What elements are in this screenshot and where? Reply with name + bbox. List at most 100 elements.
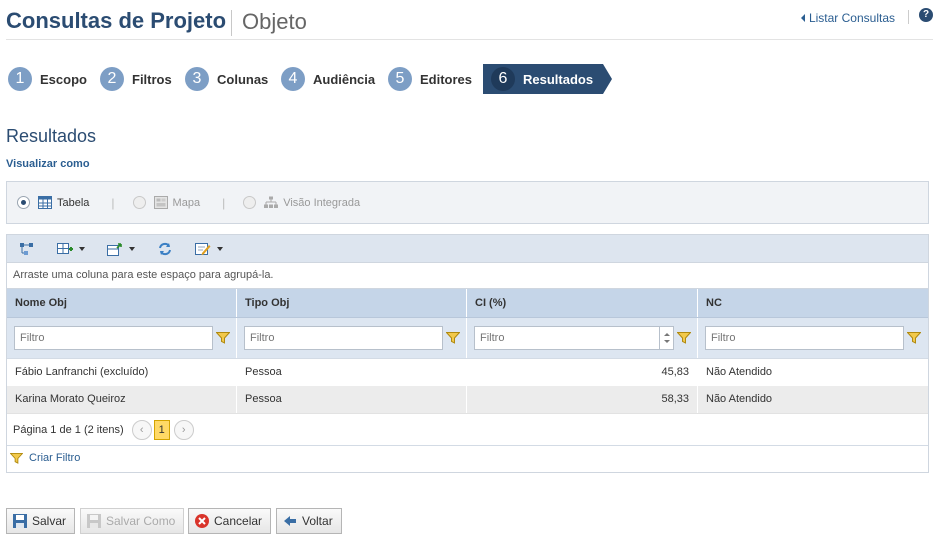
view-separator: | (222, 195, 226, 210)
expand-group-button[interactable] (57, 242, 85, 256)
view-option-integrated: Visão Integrada (243, 196, 360, 209)
table-icon (38, 196, 52, 209)
step-number: 3 (185, 67, 209, 91)
save-button[interactable]: Salvar (6, 508, 76, 534)
step-label: Escopo (40, 71, 87, 87)
back-button[interactable]: Voltar (276, 508, 342, 534)
filter-cell (237, 318, 467, 358)
export-icon (107, 242, 122, 256)
cell-name: Karina Morato Queiroz (7, 386, 237, 413)
back-arrow-icon (284, 516, 296, 526)
export-button[interactable] (107, 242, 135, 256)
step-audience[interactable]: 4 Audiência (281, 64, 375, 94)
spin-down-icon (664, 340, 670, 343)
list-queries-link[interactable]: Listar Consultas (800, 11, 895, 25)
step-label: Editores (420, 71, 473, 87)
table-option-label: Tabela (57, 196, 90, 209)
filter-cell (698, 318, 928, 358)
cancel-icon (195, 514, 209, 528)
ci-spinner[interactable] (660, 326, 674, 350)
edit-button[interactable] (195, 242, 223, 256)
create-filter-link[interactable]: Criar Filtro (7, 446, 928, 470)
page-header: Consultas de Projeto Objeto Listar Consu… (6, 8, 933, 40)
cell-ci: 58,33 (467, 386, 698, 413)
filter-icon[interactable] (216, 332, 230, 344)
integrated-radio (243, 196, 257, 209)
step-number: 1 (8, 67, 32, 91)
map-icon (153, 196, 168, 209)
filter-nc-input[interactable] (705, 326, 904, 350)
section-title: Resultados (6, 126, 97, 146)
view-option-table[interactable]: Tabela (17, 196, 89, 209)
cell-ci: 45,83 (467, 359, 698, 386)
column-header-type[interactable]: Tipo Obj (237, 289, 467, 317)
hierarchy-icon (264, 196, 279, 208)
help-icon[interactable]: ? (919, 8, 933, 22)
step-filters[interactable]: 2 Filtros (100, 64, 172, 94)
filter-icon[interactable] (446, 332, 460, 344)
save-as-label: Salvar Como (106, 514, 176, 528)
column-header-ci[interactable]: CI (%) (467, 289, 698, 317)
chevron-down-icon (79, 246, 85, 251)
create-filter-label: Criar Filtro (29, 452, 81, 464)
filter-icon[interactable] (677, 332, 691, 344)
page-1-button[interactable]: 1 (153, 419, 170, 440)
back-arrow-icon (800, 14, 805, 22)
step-number: 5 (388, 67, 412, 91)
filter-type-input[interactable] (244, 326, 443, 350)
add-group-icon (57, 242, 73, 254)
step-label: Colunas (217, 71, 269, 87)
cancel-label: Cancelar (214, 514, 263, 528)
filter-icon[interactable] (907, 332, 921, 344)
tree-icon (20, 242, 33, 255)
chevron-down-icon (217, 246, 223, 251)
filter-cell (7, 318, 237, 358)
map-option-label: Mapa (172, 196, 201, 209)
filter-ci-input[interactable] (474, 326, 660, 350)
column-header-nc[interactable]: NC (698, 289, 928, 317)
step-results[interactable]: 6 Resultados (483, 64, 613, 94)
results-grid: Arraste uma coluna para este espaço para… (6, 234, 929, 473)
filter-name-input[interactable] (14, 326, 213, 350)
save-as-icon (87, 514, 101, 528)
back-label: Voltar (302, 514, 333, 528)
save-label: Salvar (32, 514, 67, 528)
table-radio[interactable] (17, 196, 30, 209)
header-divider (908, 10, 909, 24)
cell-type: Pessoa (237, 386, 467, 413)
view-separator: | (111, 195, 115, 210)
title-divider (231, 10, 232, 36)
table-row[interactable]: Fábio Lanfranchi (excluído) Pessoa 45,83… (7, 359, 928, 386)
step-number: 6 (491, 67, 515, 91)
filter-icon (10, 452, 23, 464)
tree-view-button[interactable] (19, 242, 35, 256)
cell-nc: Não Atendido (706, 366, 773, 378)
view-selector: Tabela | Mapa | Visão Integrada (6, 181, 929, 224)
save-icon (13, 514, 27, 528)
refresh-icon (159, 242, 171, 255)
step-label: Filtros (132, 71, 172, 87)
save-as-button[interactable]: Salvar Como (80, 508, 185, 534)
refresh-button[interactable] (157, 242, 173, 256)
cancel-button[interactable]: Cancelar (188, 508, 272, 534)
step-editors[interactable]: 5 Editores (388, 64, 472, 94)
page-subtitle: Objeto (242, 9, 307, 34)
table-header: Nome Obj Tipo Obj CI (%) NC (7, 289, 928, 318)
chevron-down-icon (129, 246, 135, 251)
group-drop-area[interactable]: Arraste uma coluna para este espaço para… (7, 263, 928, 289)
step-label: Audiência (313, 71, 376, 87)
wizard-steps: 1 Escopo 2 Filtros 3 Colunas 4 Audiência… (8, 64, 613, 94)
column-header-name[interactable]: Nome Obj (7, 289, 237, 317)
next-page-button[interactable]: › (173, 419, 194, 440)
prev-page-button[interactable]: ‹ (131, 419, 152, 440)
pager-info: Página 1 de 1 (2 itens) (13, 423, 124, 436)
cell-type: Pessoa (237, 359, 467, 386)
step-number: 2 (100, 67, 124, 91)
edit-icon (195, 242, 211, 255)
integrated-option-label: Visão Integrada (283, 196, 361, 209)
step-columns[interactable]: 3 Colunas (185, 64, 268, 94)
step-number: 4 (281, 67, 305, 91)
table-row[interactable]: Karina Morato Queiroz Pessoa 58,33 Não A… (7, 386, 928, 413)
view-as-label: Visualizar como (6, 158, 90, 170)
step-scope[interactable]: 1 Escopo (8, 64, 87, 94)
